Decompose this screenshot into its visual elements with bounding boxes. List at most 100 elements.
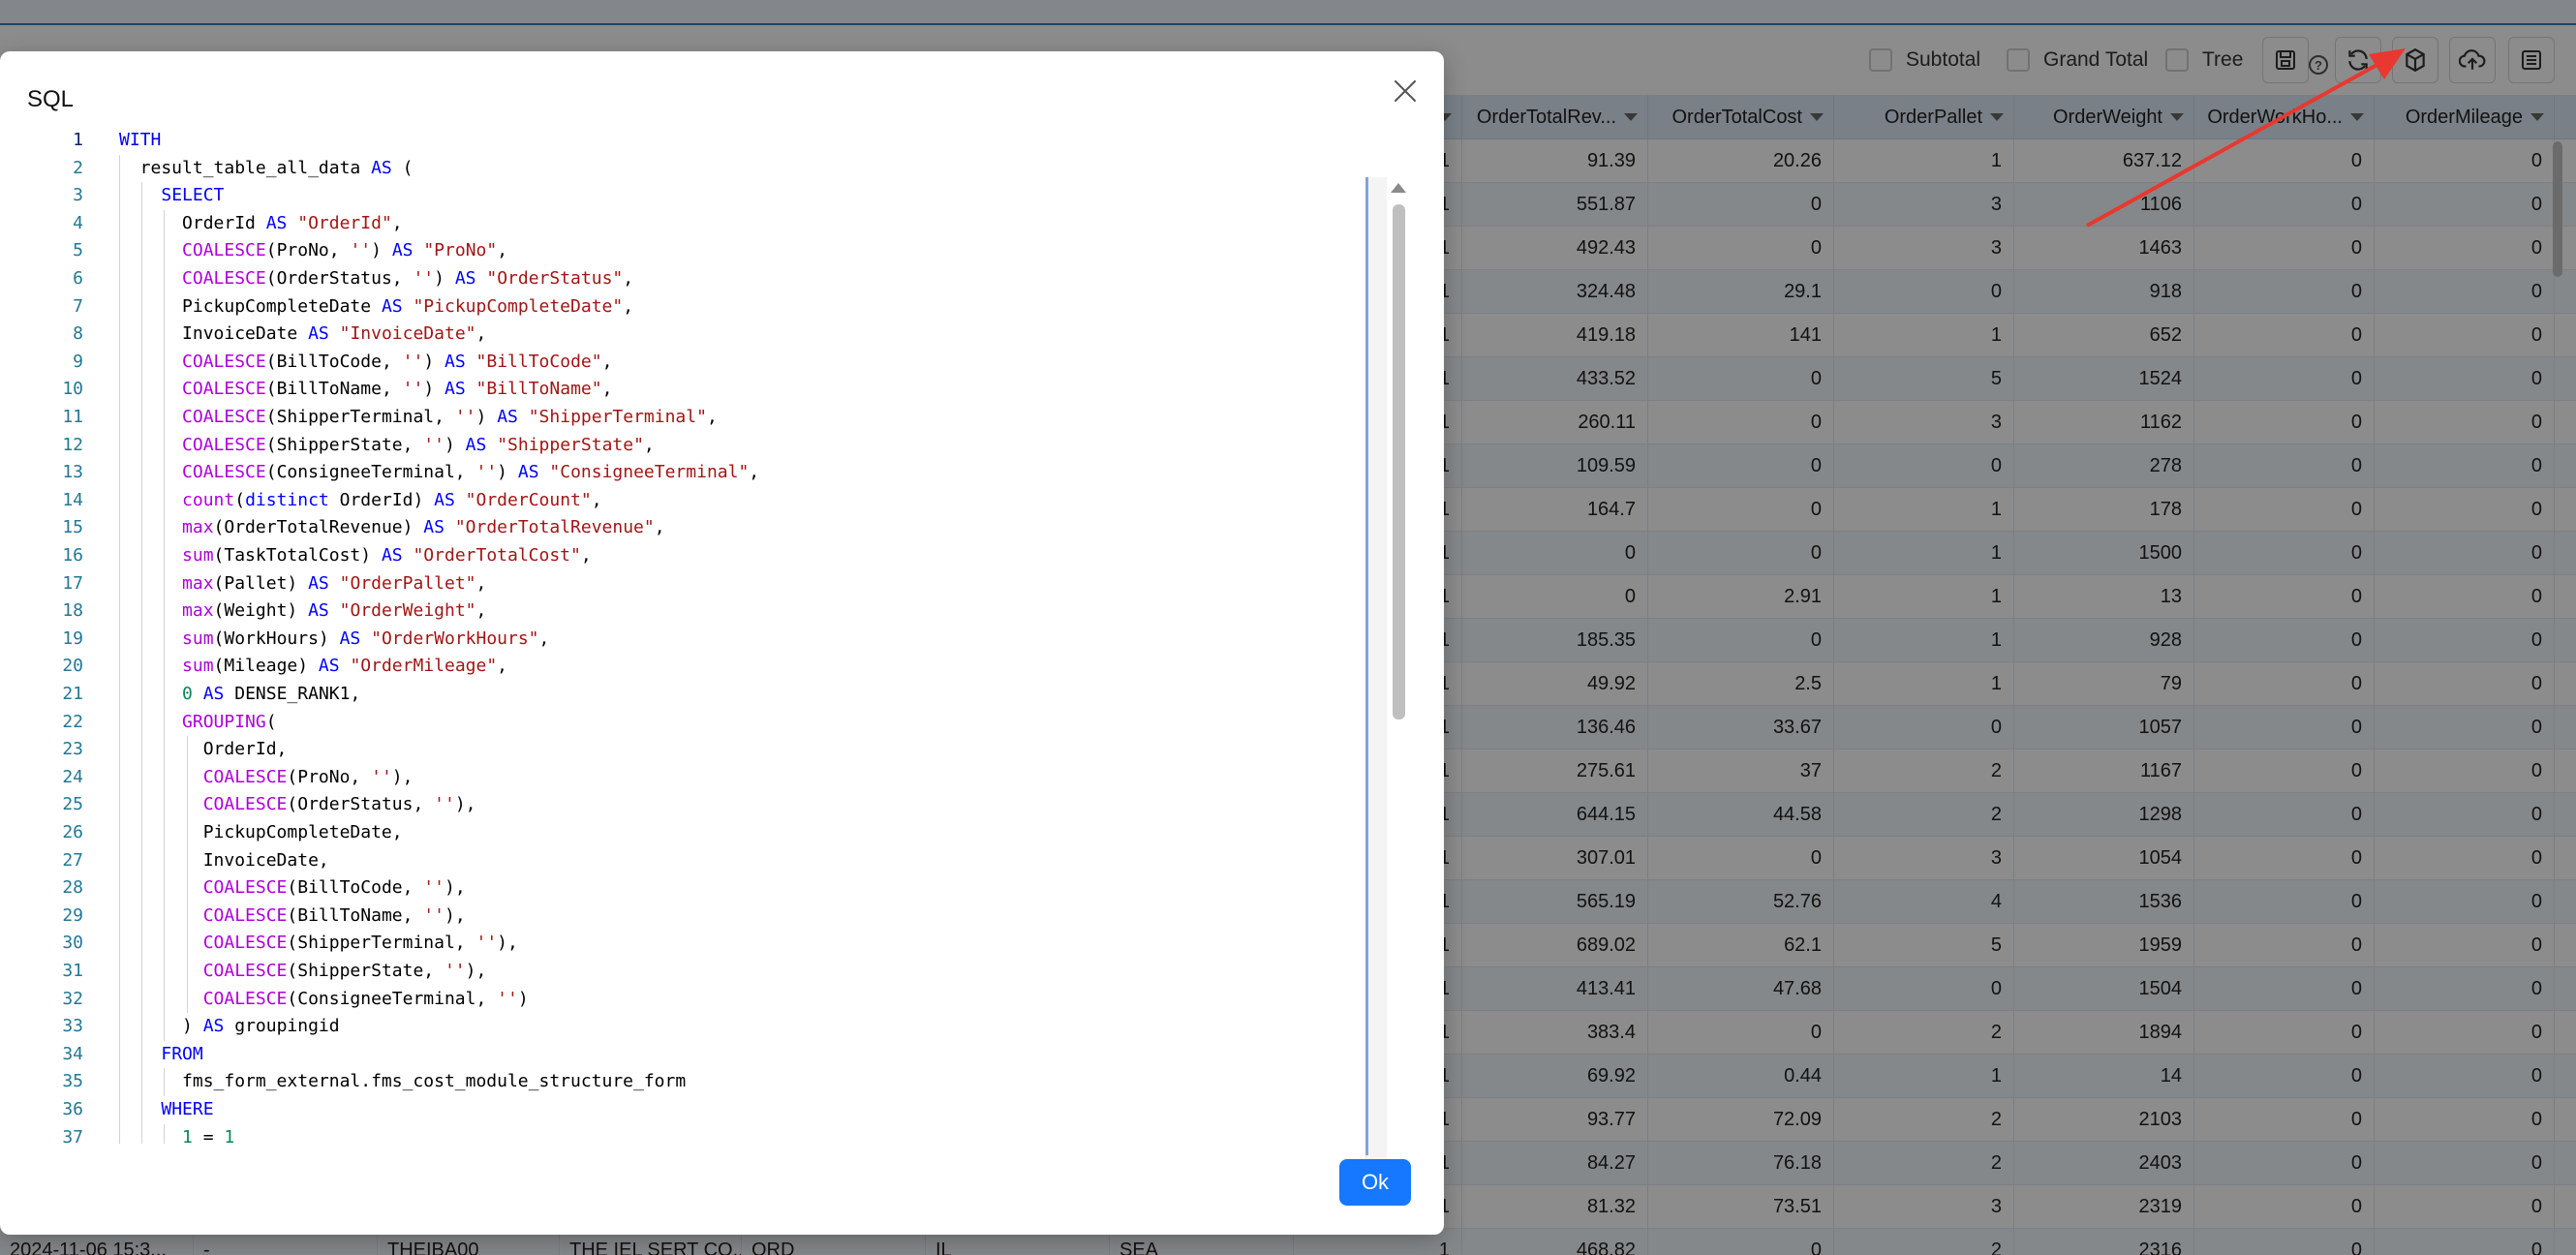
code-line: 12 COALESCE(ShipperState, '') AS "Shippe… [27, 431, 1364, 460]
line-number: 35 [62, 1071, 83, 1092]
line-number: 13 [62, 462, 83, 483]
code-text: COALESCE(ShipperState, ''), [202, 961, 487, 981]
line-number: 19 [62, 628, 83, 649]
code-line: 24 COALESCE(ProNo, ''), [27, 763, 1364, 792]
code-text: PickupCompleteDate AS "PickupCompleteDat… [119, 295, 634, 317]
line-number: 3 [73, 185, 83, 206]
code-line: 5 COALESCE(ProNo, '') AS "ProNo", [27, 237, 1364, 265]
code-line: 36 WHERE [27, 1096, 1364, 1124]
code-text: 1 = 1 [182, 1126, 235, 1144]
code-text: ) AS groupingid [119, 1016, 340, 1037]
line-number: 11 [62, 407, 83, 427]
code-line: 7 PickupCompleteDate AS "PickupCompleteD… [27, 292, 1364, 321]
code-line: 29 COALESCE(BillToName, ''), [27, 902, 1364, 931]
close-icon[interactable] [1391, 77, 1420, 106]
line-number: 4 [73, 212, 83, 233]
editor-scrollbar-track[interactable] [1365, 177, 1387, 1194]
line-number: 6 [73, 268, 83, 289]
code-line: 8 InvoiceDate AS "InvoiceDate", [27, 321, 1364, 349]
code-text: 0 AS DENSE_RANK1, [182, 684, 361, 704]
scroll-up-arrow-icon[interactable] [1391, 183, 1406, 193]
code-line: 20 sum(Mileage) AS "OrderMileage", [27, 653, 1364, 681]
code-text: OrderId AS "OrderId", [119, 212, 403, 233]
line-number: 16 [62, 545, 83, 566]
line-number: 37 [62, 1126, 83, 1144]
code-line: 25 COALESCE(OrderStatus, ''), [27, 791, 1364, 819]
code-text: COALESCE(BillToCode, ''), [202, 877, 466, 899]
code-text: sum(TaskTotalCost) AS "OrderTotalCost", [182, 545, 592, 566]
code-line: 15 max(OrderTotalRevenue) AS "OrderTotal… [27, 514, 1364, 542]
code-text: fms_form_external.fms_cost_module_struct… [119, 1071, 687, 1092]
code-text: OrderId, [119, 739, 288, 760]
code-line: 16 sum(TaskTotalCost) AS "OrderTotalCost… [27, 542, 1364, 570]
code-line: 13 COALESCE(ConsigneeTerminal, '') AS "C… [27, 459, 1364, 487]
line-number: 34 [62, 1043, 83, 1064]
code-text: sum(Mileage) AS "OrderMileage", [182, 656, 508, 677]
line-number: 25 [62, 794, 83, 815]
code-line: 22 GROUPING( [27, 708, 1364, 737]
code-text: result_table_all_data AS ( [119, 157, 414, 178]
line-number: 14 [62, 489, 83, 510]
code-line: 2 result_table_all_data AS ( [27, 154, 1364, 183]
line-number: 15 [62, 517, 83, 538]
line-number: 8 [73, 323, 83, 345]
code-text: COALESCE(ShipperTerminal, ''), [202, 933, 518, 954]
code-text: count(distinct OrderId) AS "OrderCount", [182, 489, 602, 510]
code-line: 23 OrderId, [27, 736, 1364, 764]
line-number: 20 [62, 656, 83, 677]
editor-scrollbar-thumb[interactable] [1393, 204, 1405, 719]
code-line: 18 max(Weight) AS "OrderWeight", [27, 597, 1364, 626]
code-line: 26 PickupCompleteDate, [27, 819, 1364, 847]
line-number: 36 [62, 1099, 83, 1119]
code-line: 17 max(Pallet) AS "OrderPallet", [27, 569, 1364, 598]
code-text: WHERE [161, 1099, 214, 1119]
line-number: 22 [62, 711, 83, 732]
code-line: 32 COALESCE(ConsigneeTerminal, '') [27, 985, 1364, 1014]
code-text: InvoiceDate AS "InvoiceDate", [119, 323, 487, 345]
line-number: 5 [73, 240, 83, 261]
line-number: 2 [73, 157, 83, 178]
line-number: 31 [62, 961, 83, 981]
code-line: 27 InvoiceDate, [27, 846, 1364, 875]
code-text: COALESCE(BillToCode, '') AS "BillToCode"… [182, 351, 613, 372]
modal-title: SQL [27, 86, 75, 112]
code-text: COALESCE(BillToName, ''), [202, 904, 466, 926]
code-text: WITH [119, 130, 162, 150]
line-number: 27 [62, 849, 83, 871]
code-line: 37 1 = 1 [27, 1123, 1364, 1144]
line-number: 7 [73, 295, 83, 317]
code-text: max(Pallet) AS "OrderPallet", [182, 572, 487, 594]
editor-scrollbar-edge [1365, 177, 1368, 1155]
line-number: 30 [62, 933, 83, 954]
line-number: 1 [73, 130, 83, 150]
sql-modal: SQL 1 WITH 2 result_table_all_data AS (3 S… [0, 51, 1444, 1235]
line-number: 18 [62, 600, 83, 622]
line-number: 17 [62, 572, 83, 594]
code-text: SELECT [161, 185, 225, 206]
code-line: 30 COALESCE(ShipperTerminal, ''), [27, 930, 1364, 958]
code-line: 10 COALESCE(BillToName, '') AS "BillToNa… [27, 376, 1364, 404]
line-number: 29 [62, 904, 83, 926]
code-line: 6 COALESCE(OrderStatus, '') AS "OrderSta… [27, 265, 1364, 293]
line-number: 12 [62, 434, 83, 455]
line-number: 24 [62, 766, 83, 787]
code-text: COALESCE(ConsigneeTerminal, '') [202, 988, 529, 1009]
code-text: COALESCE(ShipperState, '') AS "ShipperSt… [182, 434, 655, 455]
code-line: 34 FROM [27, 1040, 1364, 1069]
code-text: COALESCE(ShipperTerminal, '') AS "Shippe… [182, 407, 718, 427]
line-number: 9 [73, 351, 83, 372]
code-text: max(OrderTotalRevenue) AS "OrderTotalRev… [182, 517, 665, 538]
code-text: COALESCE(ProNo, '') AS "ProNo", [182, 240, 508, 261]
ok-button[interactable]: Ok [1339, 1159, 1411, 1206]
code-text: max(Weight) AS "OrderWeight", [182, 600, 487, 622]
code-line: 31 COALESCE(ShipperState, ''), [27, 958, 1364, 986]
code-text: sum(WorkHours) AS "OrderWorkHours", [182, 628, 550, 649]
code-line: 21 0 AS DENSE_RANK1, [27, 681, 1364, 709]
line-number: 28 [62, 877, 83, 899]
code-text: COALESCE(OrderStatus, ''), [202, 794, 476, 815]
code-text: PickupCompleteDate, [119, 822, 403, 842]
line-number: 33 [62, 1016, 83, 1037]
sql-code-editor[interactable]: 1 WITH 2 result_table_all_data AS (3 SELEC… [27, 127, 1410, 1144]
code-line: 4 OrderId AS "OrderId", [27, 209, 1364, 238]
code-text: InvoiceDate, [119, 849, 329, 871]
